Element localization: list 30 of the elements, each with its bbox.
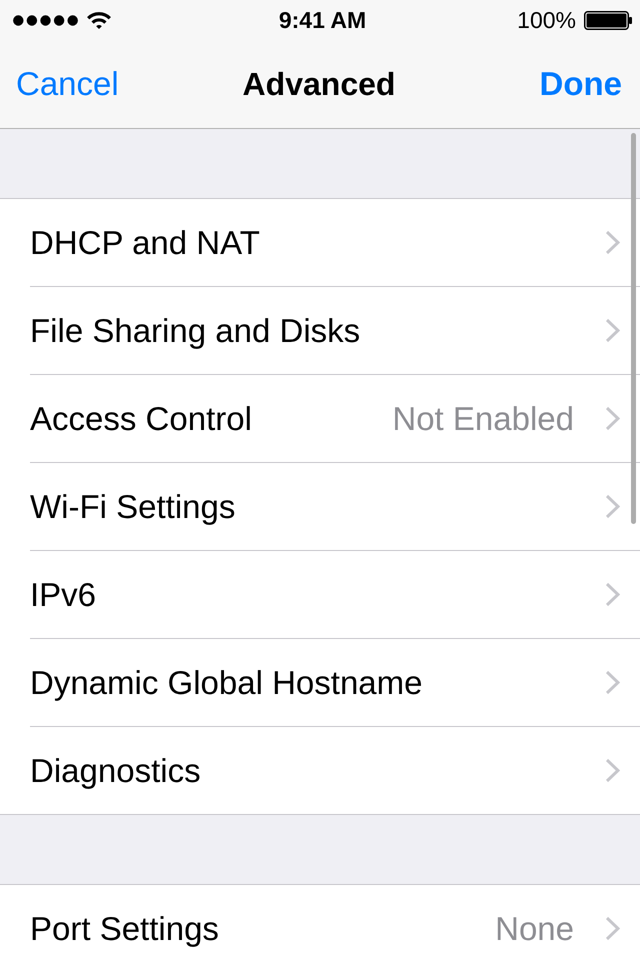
row-label: IPv6 <box>30 576 98 614</box>
cancel-button[interactable]: Cancel <box>16 65 119 103</box>
signal-strength-icon <box>13 14 78 26</box>
chevron-right-icon <box>605 670 620 695</box>
battery-percentage: 100% <box>517 6 576 34</box>
chevron-right-icon <box>605 230 620 255</box>
chevron-right-icon <box>605 318 620 343</box>
row-label: Port Settings <box>30 910 220 948</box>
row-value: Not Enabled <box>392 400 574 438</box>
settings-row[interactable]: Dynamic Global Hostname <box>0 639 640 727</box>
wifi-icon <box>87 12 111 28</box>
row-label: Dynamic Global Hostname <box>30 664 424 702</box>
chevron-right-icon <box>605 916 620 941</box>
row-label: Diagnostics <box>30 752 202 790</box>
settings-row[interactable]: IPv6 <box>0 551 640 639</box>
done-button[interactable]: Done <box>540 65 622 103</box>
chevron-right-icon <box>605 582 620 607</box>
chevron-right-icon <box>605 494 620 519</box>
row-label: Wi-Fi Settings <box>30 488 236 526</box>
row-label: Access Control <box>30 400 253 438</box>
navigation-title: Advanced <box>242 66 396 102</box>
settings-row[interactable]: Port Settings None <box>0 885 640 960</box>
settings-row[interactable]: Diagnostics <box>0 727 640 814</box>
chevron-right-icon <box>605 406 620 431</box>
row-label: DHCP and NAT <box>30 224 261 262</box>
row-label: File Sharing and Disks <box>30 312 362 350</box>
row-value: None <box>495 910 574 948</box>
chevron-right-icon <box>605 758 620 783</box>
status-time: 9:41 AM <box>278 6 366 34</box>
battery-icon <box>584 10 632 30</box>
